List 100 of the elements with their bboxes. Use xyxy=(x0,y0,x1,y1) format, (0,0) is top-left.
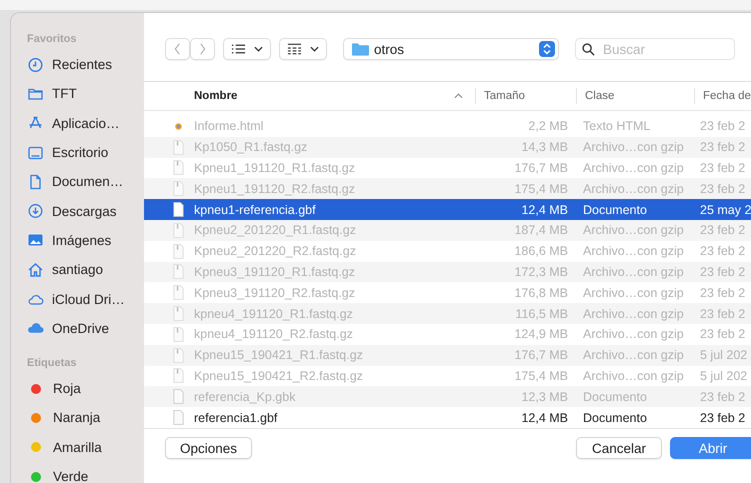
file-type: Archivo…con gzip xyxy=(583,182,684,196)
sidebar-item[interactable]: iCloud Dri… xyxy=(27,284,144,314)
sidebar-item[interactable]: Descargas xyxy=(27,196,144,226)
archive-file-icon xyxy=(172,140,185,155)
file-name: kpneu4_191120_R2.fastq.gz xyxy=(194,327,353,342)
file-size: 175,4 MB xyxy=(514,368,568,383)
sidebar-item[interactable]: TFT xyxy=(27,79,144,109)
folder-popup[interactable]: otros xyxy=(343,38,559,60)
dialog-button[interactable]: Cancelar xyxy=(576,437,662,459)
file-type: Archivo…con gzip xyxy=(583,244,684,258)
archive-file-icon xyxy=(172,222,185,238)
file-date: 23 feb 2 xyxy=(700,390,746,404)
archive-file-icon xyxy=(172,348,185,363)
file-date: 5 jul 202 xyxy=(700,348,748,362)
file-size: 14,3 MB xyxy=(521,140,568,154)
sidebar-item[interactable]: Naranja xyxy=(27,403,144,433)
file-row[interactable]: kpneu1-referencia.gbf 12,4 MB Documento 25 may 2 xyxy=(144,199,751,220)
file-type: Archivo…con gzip xyxy=(583,140,684,154)
file-name: Kpneu3_191120_R2.fastq.gz xyxy=(194,286,356,300)
caret-icon xyxy=(254,46,263,52)
file-date: 23 feb 2 xyxy=(700,182,746,196)
archive-file-icon xyxy=(172,285,185,300)
file-type: Archivo…con gzip xyxy=(583,264,684,279)
archive-file-icon xyxy=(172,244,185,259)
file-type: Archivo…con gzip xyxy=(583,368,684,383)
file-date: 25 may 2 xyxy=(700,202,751,217)
sidebar-item[interactable]: OneDrive xyxy=(27,314,144,343)
file-size: 186,6 MB xyxy=(514,244,568,258)
sidebar-item[interactable]: Escritorio xyxy=(27,138,144,168)
file-size: 12,4 MB xyxy=(521,202,568,217)
column-header[interactable]: Tamaño xyxy=(475,88,576,104)
sidebar-item[interactable]: Imágenes xyxy=(27,226,144,256)
file-date: 23 feb 2 xyxy=(700,119,746,134)
sidebar-item[interactable]: Amarilla xyxy=(27,432,144,462)
column-header[interactable]: Fecha de xyxy=(694,88,751,104)
sidebar-item[interactable]: Documen… xyxy=(27,167,144,196)
file-date: 23 feb 2 xyxy=(700,286,746,300)
document-file-icon xyxy=(172,410,185,426)
file-name: Informe.html xyxy=(194,119,264,134)
archive-file-icon xyxy=(172,160,185,176)
sidebar-item[interactable]: santiago xyxy=(27,255,144,284)
file-date: 23 feb 2 xyxy=(700,160,746,175)
file-size: 12,4 MB xyxy=(521,410,568,425)
file-size: 2,2 MB xyxy=(528,119,568,134)
section-heading: Favoritos xyxy=(27,33,78,47)
file-size: 12,3 MB xyxy=(521,390,568,404)
search-field[interactable]: Buscar xyxy=(575,38,735,60)
file-type: Archivo…con gzip xyxy=(583,223,684,238)
chevron-right-icon xyxy=(199,43,206,55)
file-row[interactable]: referencia1.gbf 12,4 MB Documento 23 feb 2 xyxy=(144,407,751,428)
chevron-left-icon xyxy=(174,43,181,55)
archive-file-icon xyxy=(172,264,185,280)
dialog-button[interactable]: Opciones xyxy=(165,437,252,459)
file-name: Kpneu2_201220_R2.fastq.gz xyxy=(194,244,356,258)
file-size: 176,7 MB xyxy=(514,160,568,175)
file-name: Kpneu15_190421_R1.fastq.gz xyxy=(194,348,363,362)
file-date: 23 feb 2 xyxy=(700,327,746,342)
file-date: 23 feb 2 xyxy=(700,306,746,321)
column-header[interactable]: Nombre xyxy=(144,88,475,104)
caret-icon xyxy=(310,46,319,52)
stepper-icon xyxy=(539,41,555,57)
file-name: Kpneu15_190421_R2.fastq.gz xyxy=(194,368,363,383)
file-type: Archivo…con gzip xyxy=(583,286,684,300)
file-name: Kpneu2_201220_R1.fastq.gz xyxy=(194,223,356,238)
file-size: 124,9 MB xyxy=(514,327,568,342)
file-name: Kpneu1_191120_R2.fastq.gz xyxy=(194,182,356,196)
file-size: 116,5 MB xyxy=(515,306,568,321)
file-date: 5 jul 202 xyxy=(700,368,748,383)
list-view-button[interactable] xyxy=(223,38,271,60)
file-date: 23 feb 2 xyxy=(700,140,746,154)
file-name: Kpneu1_191120_R1.fastq.gz xyxy=(194,160,356,175)
archive-file-icon xyxy=(172,326,185,342)
dialog-button[interactable]: Abrir xyxy=(670,437,751,459)
sidebar-item[interactable]: Aplicacio… xyxy=(27,108,144,138)
desktop-icon xyxy=(27,144,44,161)
file-size: 175,4 MB xyxy=(514,182,568,196)
file-name: kpneu4_191120_R1.fastq.gz xyxy=(194,306,353,321)
document-file-icon xyxy=(172,389,185,404)
group-view-button[interactable] xyxy=(279,38,327,60)
file-size: 176,7 MB xyxy=(514,348,568,362)
pictures-icon xyxy=(27,232,44,248)
file-type: Archivo…con gzip xyxy=(583,327,684,342)
archive-file-icon xyxy=(172,181,185,196)
file-date: 23 feb 2 xyxy=(700,244,746,258)
clock-icon xyxy=(27,56,44,73)
sidebar-item[interactable]: Verde xyxy=(27,462,144,483)
file-name: Kpneu3_191120_R1.fastq.gz xyxy=(194,264,356,279)
search-icon xyxy=(582,43,595,56)
file-type: Documento xyxy=(583,390,647,404)
file-type: Documento xyxy=(583,410,647,425)
grid-icon xyxy=(287,43,302,55)
sidebar-item[interactable]: Recientes xyxy=(27,50,144,80)
list-icon xyxy=(231,43,246,55)
file-name: referencia_Kp.gbk xyxy=(194,390,296,404)
column-header[interactable]: Clase xyxy=(576,88,694,104)
archive-file-icon xyxy=(172,306,185,322)
section-heading: Etiquetas xyxy=(27,356,78,371)
file-size: 187,4 MB xyxy=(514,223,568,238)
sidebar-item[interactable]: Roja xyxy=(27,374,144,404)
file-type: Texto HTML xyxy=(583,119,650,134)
